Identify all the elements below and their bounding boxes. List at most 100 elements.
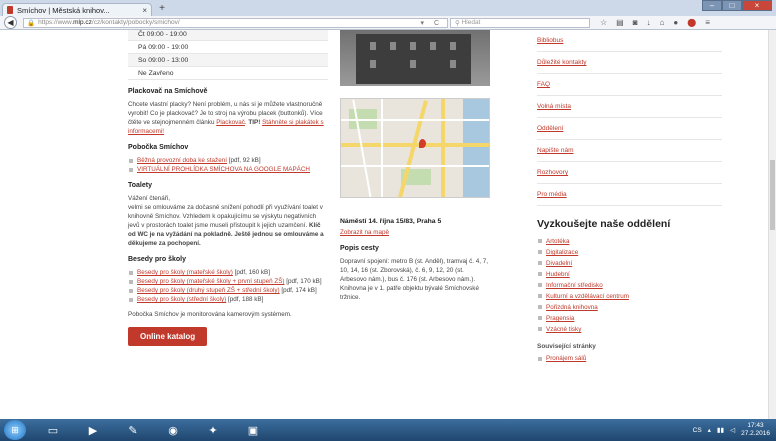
back-button[interactable]: ◀ (4, 16, 17, 29)
popis-text: Dopravní spojení: metro B (st. Anděl), t… (340, 258, 489, 301)
clock[interactable]: 17:43 27.2.2016 (741, 422, 770, 438)
sidebar-link-label: Oddělení (537, 125, 564, 132)
start-button[interactable]: ⊞ (4, 420, 26, 440)
clock-time: 17:43 (747, 422, 764, 429)
department-link[interactable]: Pragensia (546, 315, 574, 322)
besedy-link[interactable]: Besedy pro školy (střední školy) (137, 296, 226, 303)
explorer-icon[interactable]: ▭ (40, 421, 66, 439)
page-scrollbar[interactable] (768, 30, 776, 419)
file-info: [pdf, 170 kB] (284, 278, 322, 285)
window-shape (390, 42, 396, 50)
url-prefix: https://www. (38, 19, 74, 26)
maximize-button[interactable]: □ (722, 0, 742, 11)
middle-column: Náměstí 14. října 15/83, Praha 5 Zobrazi… (340, 30, 490, 302)
toalety-body: velmi se omlouváme za dočasné snížení po… (128, 204, 323, 229)
plackovac-text: Chcete vlastní placky? Není problém, u n… (128, 101, 324, 135)
browser-toolbar: ◀ 🔒 https://www. mlp.cz/cz/kontakty/poboc… (0, 16, 776, 30)
show-on-map-link[interactable]: Zobrazit na mapě (340, 229, 389, 236)
sidebar-link-jobs[interactable]: Volná místa (537, 96, 722, 118)
list-item: Digitalizace (537, 247, 722, 258)
sidebar-link-faq[interactable]: FAQ (537, 74, 722, 96)
media-player-icon[interactable]: ▶ (80, 421, 106, 439)
address-bar[interactable]: 🔒 https://www. mlp.cz/cz/kontakty/pobocky… (23, 17, 448, 28)
online-catalog-button[interactable]: Online katalog (128, 327, 208, 346)
reload-icon[interactable]: ▾ C (420, 19, 443, 27)
scrollbar-thumb[interactable] (770, 160, 775, 230)
sidebar-link-bibliobus[interactable]: Bibliobus (537, 30, 722, 52)
besedy-link[interactable]: Besedy pro školy (mateřské školy + první… (137, 278, 285, 285)
file-info: [pdf, 92 kB] (226, 157, 261, 164)
tab-close-icon[interactable]: × (142, 6, 147, 15)
tray-arrow-icon[interactable]: ▴ (708, 426, 711, 434)
new-tab-button[interactable]: + (154, 4, 170, 15)
star-icon[interactable]: ☆ (600, 18, 607, 27)
file-info: [pdf, 174 kB] (279, 287, 317, 294)
road-shape (341, 119, 489, 121)
department-link[interactable]: Pořizdná knihovna (546, 304, 598, 311)
department-link[interactable]: Hudební (546, 271, 570, 278)
sidebar-link-media[interactable]: Pro média (537, 184, 722, 206)
language-indicator[interactable]: CS (693, 427, 702, 434)
department-link[interactable]: Informační středisko (546, 282, 603, 289)
department-link[interactable]: Divadelní (546, 260, 572, 267)
sidebar-link-label: Pro média (537, 191, 567, 198)
home-icon[interactable]: ⌂ (660, 18, 665, 27)
virtual-tour-link[interactable]: VIRTUÁLNÍ PROHLÍDKA SMÍCHOVA NA GOOGLE M… (137, 166, 310, 173)
plackovac-heading: Plackovač na Smíchově (128, 88, 208, 95)
pocket-icon[interactable]: ◙ (633, 18, 638, 27)
besedy-link[interactable]: Besedy pro školy (druhý stupeň ZŠ + stře… (137, 287, 280, 294)
related-heading: Související stránky (537, 343, 596, 350)
adblock-icon[interactable]: ⬤ (687, 18, 696, 27)
list-item: Artotéka (537, 236, 722, 247)
close-window-button[interactable]: × (742, 0, 772, 11)
list-item: Hudební (537, 269, 722, 280)
window-shape (410, 60, 416, 68)
plackovac-link[interactable]: Plackovač (216, 119, 245, 126)
window-controls: – □ × (702, 0, 772, 11)
department-link[interactable]: Digitalizace (546, 249, 578, 256)
volume-icon[interactable]: ◁ (730, 426, 735, 434)
chat-icon[interactable]: ● (673, 18, 678, 27)
hours-row: Pá 09:00 - 19:00 (128, 41, 328, 54)
sidebar-link-label: FAQ (537, 81, 551, 88)
right-sidebar: Bibliobus Důležité kontakty FAQ Volná mí… (537, 30, 722, 363)
list-item: Běžná provozní doba ke stažení [pdf, 92 … (128, 156, 328, 165)
related-list: Pronájem sálů (537, 354, 722, 363)
sidebar-link-label: Napište nám (537, 147, 574, 154)
sidebar-link-contacts[interactable]: Důležité kontakty (537, 52, 722, 74)
minimize-button[interactable]: – (702, 0, 722, 11)
paint-icon[interactable]: ✎ (120, 421, 146, 439)
search-input[interactable]: ⚲ Hledat (450, 17, 590, 28)
sidebar-link-departments[interactable]: Oddělení (537, 118, 722, 140)
departments-heading: Vyzkoušejte naše oddělení (537, 218, 671, 230)
department-link[interactable]: Artotéka (546, 238, 569, 245)
window-shape (450, 60, 456, 68)
hours-pdf-link[interactable]: Běžná provozní doba ke stažení (137, 157, 227, 164)
sidebar-link-write-us[interactable]: Napište nám (537, 140, 722, 162)
browser-tab[interactable]: Smíchov | Městská knihov... × (2, 3, 152, 16)
list-item: Divadelní (537, 258, 722, 269)
besedy-heading: Besedy pro školy (128, 256, 186, 263)
download-icon[interactable]: ↓ (647, 18, 651, 27)
pobocka-list: Běžná provozní doba ke stažení [pdf, 92 … (128, 156, 328, 174)
firefox-icon[interactable]: ◉ (160, 421, 186, 439)
popis-heading: Popis cesty (340, 245, 379, 252)
besedy-link[interactable]: Besedy pro školy (mateřské školy) (137, 269, 233, 276)
app-icon[interactable]: ✦ (200, 421, 226, 439)
hours-row: So 09:00 - 13:00 (128, 54, 328, 67)
window-shape (410, 42, 416, 50)
window-icon[interactable]: ▣ (240, 421, 266, 439)
sidebar-link-label: Rozhovory (537, 169, 569, 176)
window-shape (370, 60, 376, 68)
location-map[interactable] (340, 98, 490, 198)
department-link[interactable]: Kulturní a vzdělávací centrum (546, 293, 629, 300)
department-link[interactable]: Vzácné tisky (546, 326, 581, 333)
network-icon[interactable]: ▮▮ (717, 426, 724, 434)
library-icon[interactable]: ▤ (616, 18, 624, 27)
related-link[interactable]: Pronájem sálů (546, 355, 586, 362)
list-item: Kulturní a vzdělávací centrum (537, 291, 722, 302)
menu-icon[interactable]: ≡ (705, 18, 710, 27)
list-item: VIRTUÁLNÍ PROHLÍDKA SMÍCHOVA NA GOOGLE M… (128, 165, 328, 174)
list-item: Besedy pro školy (mateřské školy + první… (128, 277, 328, 286)
sidebar-link-interviews[interactable]: Rozhovory (537, 162, 722, 184)
